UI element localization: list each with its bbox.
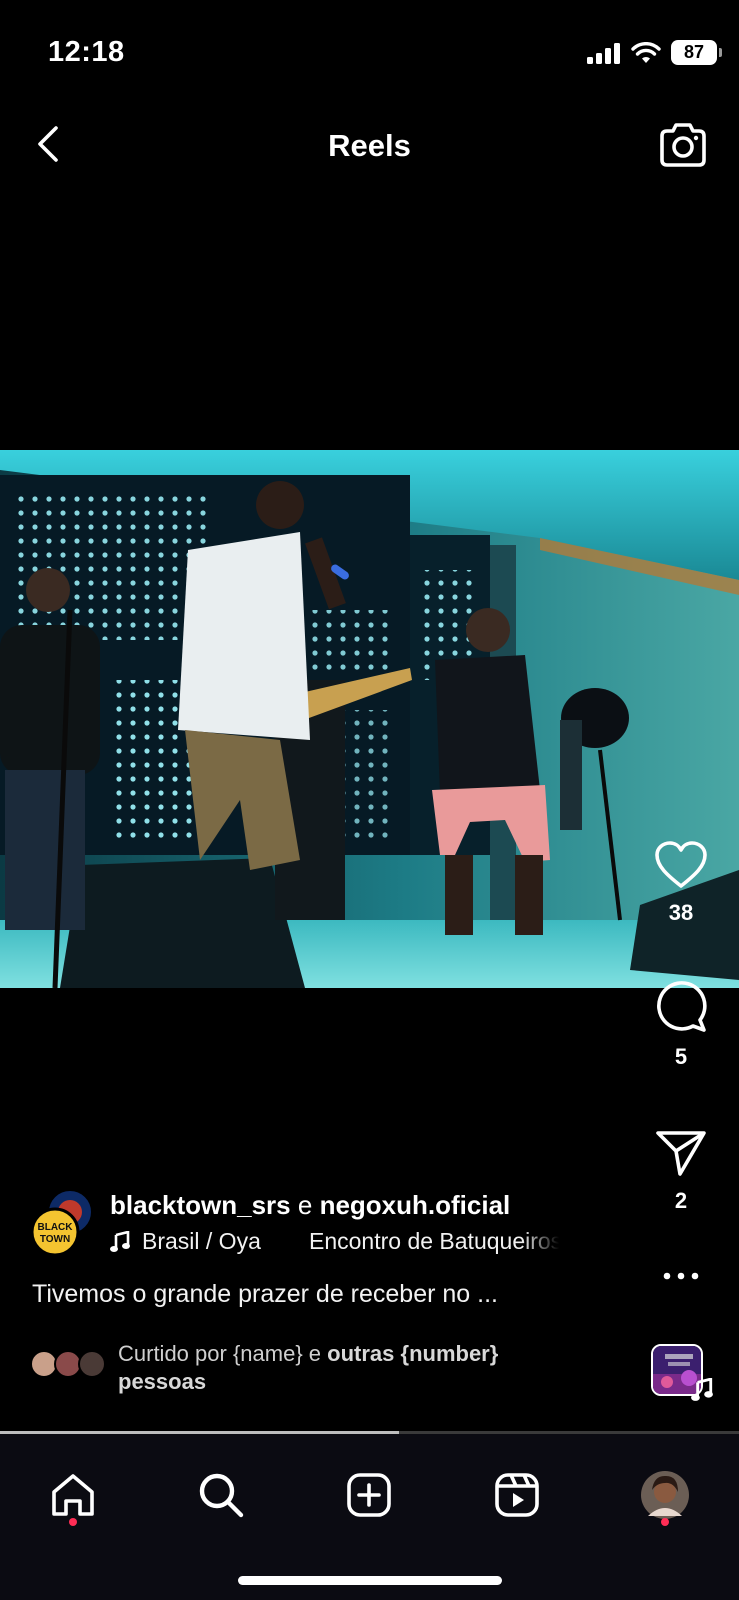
reels-icon xyxy=(495,1473,539,1517)
bottom-navigation xyxy=(0,1434,739,1600)
liked-by-text: Curtido por {name} e outras {number} pes… xyxy=(118,1340,588,1396)
author-row: BLACK TOWN blacktown_srs e negoxuh.ofici… xyxy=(30,1189,630,1260)
author-conjunction: e xyxy=(297,1190,313,1220)
reel-caption[interactable]: Tivemos o grande prazer de receber no ..… xyxy=(32,1280,592,1309)
video-frame xyxy=(0,450,739,988)
author-username-1[interactable]: blacktown_srs xyxy=(110,1190,291,1220)
music-note-icon xyxy=(110,1230,130,1252)
comment-button[interactable]: 5 xyxy=(649,980,713,1070)
liker-avatar xyxy=(78,1350,106,1378)
profile-notification-dot xyxy=(661,1518,669,1526)
battery-level: 87 xyxy=(683,42,705,62)
blacktown-logo: BLACK TOWN xyxy=(30,1189,93,1257)
audio-album: Encontro de Batuqueiros xyxy=(309,1228,559,1254)
author-username-2[interactable]: negoxuh.oficial xyxy=(320,1190,511,1220)
author-names: blacktown_srs e negoxuh.oficial xyxy=(110,1190,510,1221)
nav-reels[interactable] xyxy=(482,1460,552,1530)
wifi-icon xyxy=(631,41,661,63)
share-count: 2 xyxy=(674,1188,688,1213)
nav-create[interactable] xyxy=(334,1460,404,1530)
nav-search[interactable] xyxy=(186,1460,256,1530)
reel-video[interactable] xyxy=(0,450,739,988)
more-action xyxy=(649,1266,713,1286)
page-title: Reels xyxy=(328,128,411,163)
share-button[interactable]: 2 xyxy=(649,1128,713,1214)
paper-plane-icon xyxy=(656,1131,706,1176)
like-action: 38 xyxy=(649,840,713,926)
svg-text:TOWN: TOWN xyxy=(40,1234,70,1245)
liked-by-count: outras {number} xyxy=(327,1341,499,1366)
reels-header: Reels xyxy=(0,110,739,180)
comment-count: 5 xyxy=(674,1044,688,1069)
music-note-icon xyxy=(691,1378,713,1401)
liker-avatars xyxy=(30,1350,110,1380)
comment-action: 5 xyxy=(649,980,713,1070)
heart-icon xyxy=(655,841,707,888)
home-notification-dot xyxy=(69,1518,77,1526)
like-button[interactable]: 38 xyxy=(649,840,713,926)
home-indicator xyxy=(238,1576,502,1585)
audio-row[interactable]: Brasil / Oya Encontro de Batuqueiros xyxy=(110,1228,559,1255)
search-icon xyxy=(199,1473,244,1518)
svg-text:BLACK: BLACK xyxy=(38,1222,74,1233)
home-icon xyxy=(52,1474,94,1516)
liked-by-prefix: Curtido por {name} e xyxy=(118,1341,322,1366)
comment-icon xyxy=(657,981,707,1032)
cellular-signal-icon xyxy=(587,42,620,64)
audio-track: Brasil / Oya xyxy=(142,1228,261,1254)
like-count: 38 xyxy=(668,900,694,925)
profile-avatar xyxy=(641,1471,689,1519)
status-icons: 87 xyxy=(587,40,722,65)
battery-indicator: 87 xyxy=(671,40,722,65)
more-options-button[interactable] xyxy=(649,1266,713,1286)
liked-by-row[interactable]: Curtido por {name} e outras {number} pes… xyxy=(30,1340,590,1400)
status-time: 12:18 xyxy=(48,36,125,68)
share-action: 2 xyxy=(649,1128,713,1214)
camera-icon xyxy=(660,123,706,167)
plus-square-icon xyxy=(347,1473,391,1517)
liked-by-suffix: pessoas xyxy=(118,1369,207,1394)
status-bar: 12:18 87 xyxy=(0,0,739,100)
camera-button[interactable] xyxy=(657,120,709,170)
more-icon xyxy=(663,1272,699,1280)
author-avatar[interactable]: BLACK TOWN xyxy=(30,1189,96,1257)
